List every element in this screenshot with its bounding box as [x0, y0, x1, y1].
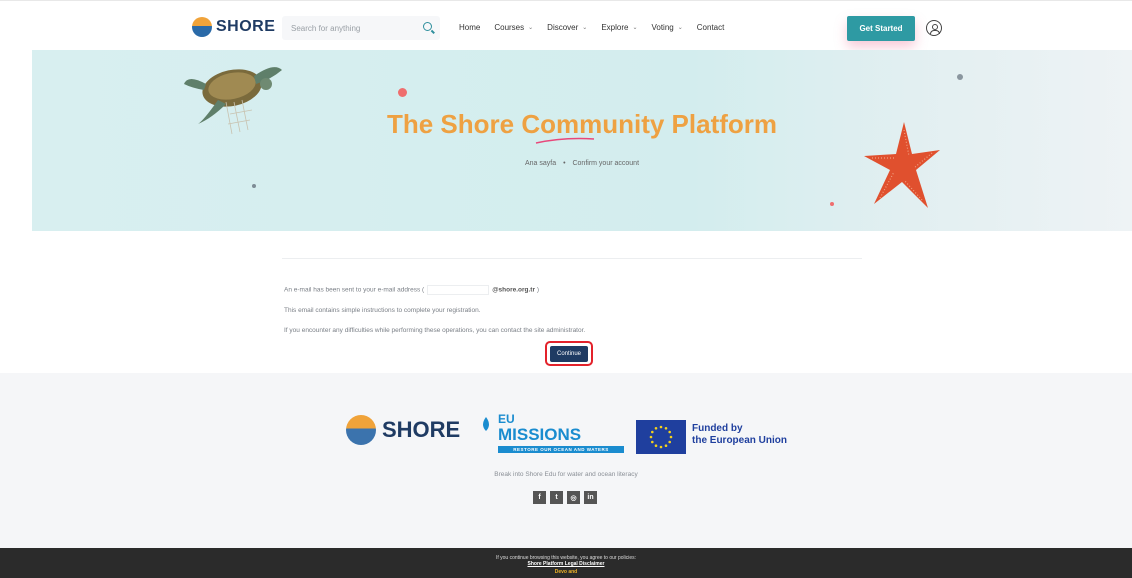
page-title: The Shore Community Platform	[386, 109, 778, 139]
footer-tagline: Break into Shore Edu for water and ocean…	[494, 471, 638, 478]
site-header: SHORE Search for anything Home Courses ⌄ …	[0, 0, 1132, 50]
title-underline	[535, 137, 595, 144]
facebook-icon[interactable]: f	[533, 491, 546, 504]
eu-flag-icon	[636, 420, 686, 454]
breadcrumb: Ana sayfa • Confirm your account	[32, 160, 1132, 167]
continue-highlight: Continue	[545, 341, 593, 366]
cookie-banner: If you continue browsing this website, y…	[0, 548, 1132, 578]
nav-courses[interactable]: Courses ⌄	[494, 23, 533, 32]
nav-discover[interactable]: Discover ⌄	[547, 23, 587, 32]
nav-voting-label: Voting	[651, 23, 674, 32]
email-redacted	[427, 285, 490, 295]
breadcrumb-current: Confirm your account	[572, 160, 640, 167]
nav-courses-label: Courses	[494, 23, 525, 32]
decor-dot	[398, 88, 407, 97]
user-icon[interactable]	[926, 20, 942, 36]
shore-logo[interactable]: SHORE	[192, 17, 275, 37]
nav-home[interactable]: Home	[459, 23, 480, 32]
funded-line-1: Funded by	[692, 423, 743, 434]
social-links: f t ◎ in	[533, 491, 601, 504]
funded-by-eu: Funded by the European Union	[692, 423, 787, 447]
nav-home-label: Home	[459, 23, 481, 32]
nav-discover-label: Discover	[547, 23, 579, 32]
cookie-continue-button[interactable]: Devo and	[555, 569, 578, 575]
funded-line-2: the European Union	[692, 435, 787, 446]
instructions-message: This email contains simple instructions …	[284, 307, 481, 314]
message-suffix: )	[536, 286, 539, 294]
content-divider	[282, 258, 862, 259]
nav-explore-label: Explore	[601, 23, 629, 32]
search-placeholder: Search for anything	[291, 23, 361, 33]
water-drop-icon	[483, 417, 489, 431]
help-message: If you encounter any difficulties while …	[284, 327, 586, 334]
message-prefix: An e-mail has been sent to your e-mail a…	[284, 286, 425, 294]
breadcrumb-separator: •	[563, 160, 566, 167]
instagram-icon[interactable]: ◎	[567, 491, 580, 504]
chevron-down-icon: ⌄	[677, 25, 683, 31]
nav-contact-label: Contact	[696, 23, 725, 32]
linkedin-icon[interactable]: in	[584, 491, 597, 504]
decor-dot	[252, 184, 256, 188]
cookie-link-row: Shore Platform Legal Disclaimer	[0, 561, 1132, 567]
cookie-button-row: Devo and	[0, 569, 1132, 575]
nav-voting[interactable]: Voting ⌄	[651, 23, 682, 32]
nav-explore[interactable]: Explore ⌄	[601, 23, 637, 32]
breadcrumb-home[interactable]: Ana sayfa	[525, 160, 556, 167]
continue-button[interactable]: Continue	[550, 345, 588, 362]
search-icon[interactable]	[423, 22, 432, 31]
search-input[interactable]: Search for anything	[282, 16, 440, 40]
hero-banner: The Shore Community Platform Ana sayfa •…	[32, 50, 1132, 231]
legal-disclaimer-link[interactable]: Shore Platform Legal Disclaimer	[528, 561, 605, 567]
footer-shore-logo: SHORE	[346, 415, 460, 445]
logo-text: SHORE	[216, 18, 276, 35]
shore-logo-icon	[192, 17, 212, 37]
missions-eu-label: EU	[498, 412, 515, 426]
nav-contact[interactable]: Contact	[697, 23, 725, 32]
footer-shore-text: SHORE	[382, 417, 461, 442]
chevron-down-icon: ⌄	[632, 25, 638, 31]
decor-dot	[957, 74, 963, 80]
main-nav: Home Courses ⌄ Discover ⌄ Explore ⌄ Voting ⌄…	[459, 23, 724, 32]
decor-dot	[830, 202, 834, 206]
missions-subtitle: RESTORE OUR OCEAN AND WATERS	[498, 446, 624, 453]
site-footer: SHORE EU MISSIONS RESTORE OUR OCEAN AND …	[0, 373, 1132, 548]
email-sent-message: An e-mail has been sent to your e-mail a…	[284, 285, 539, 295]
chevron-down-icon: ⌄	[582, 25, 588, 31]
get-started-button[interactable]: Get Started	[847, 16, 915, 41]
email-domain: @shore.org.tr	[492, 286, 536, 294]
eu-missions-logo: EU MISSIONS RESTORE OUR OCEAN AND WATERS	[478, 413, 628, 455]
shore-wave-icon	[346, 415, 376, 445]
missions-word: MISSIONS	[498, 425, 582, 444]
chevron-down-icon: ⌄	[528, 25, 534, 31]
twitter-icon[interactable]: t	[550, 491, 563, 504]
starfish-illustration	[864, 122, 940, 208]
